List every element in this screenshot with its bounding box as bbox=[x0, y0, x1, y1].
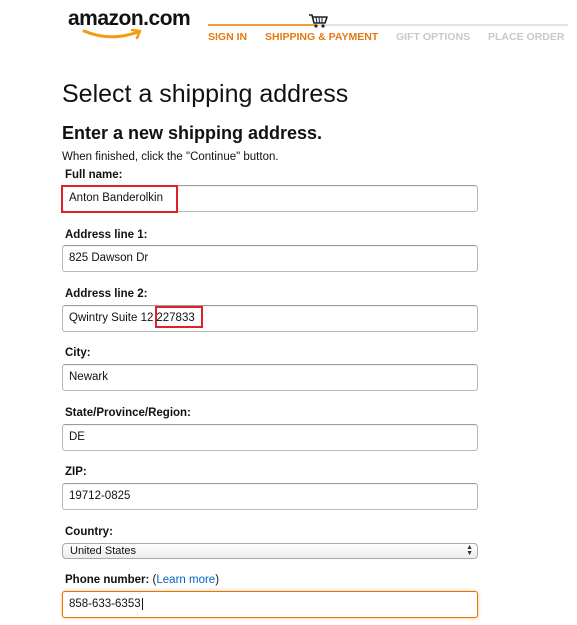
step-place-order: PLACE ORDER bbox=[488, 31, 565, 43]
step-shipping-payment: SHIPPING & PAYMENT bbox=[265, 31, 379, 43]
section-title: Enter a new shipping address. bbox=[62, 123, 323, 143]
country-value: United States bbox=[70, 545, 137, 557]
step-sign-in[interactable]: SIGN IN bbox=[208, 31, 247, 43]
state-field[interactable]: DE bbox=[62, 424, 478, 451]
city-value: Newark bbox=[69, 371, 108, 383]
country-label: Country: bbox=[65, 526, 113, 538]
text-caret bbox=[141, 597, 143, 610]
country-select[interactable]: United States ▲ ▼ bbox=[62, 543, 478, 559]
city-label: City: bbox=[65, 347, 91, 359]
address-line-1-field[interactable]: 825 Dawson Dr bbox=[62, 245, 478, 272]
smile-arrow-icon bbox=[82, 28, 142, 40]
page-title: Select a shipping address bbox=[62, 80, 349, 108]
learn-more-link[interactable]: Learn more bbox=[156, 574, 215, 586]
cart-icon bbox=[309, 14, 328, 28]
progress-line-done bbox=[208, 24, 315, 26]
checkout-progress: SIGN IN SHIPPING & PAYMENT GIFT OPTIONS … bbox=[208, 14, 568, 48]
state-value: DE bbox=[69, 431, 85, 443]
select-arrows-icon: ▲ ▼ bbox=[466, 544, 473, 557]
phone-label-text: Phone number: bbox=[65, 574, 150, 586]
step-gift-options: GIFT OPTIONS bbox=[396, 31, 471, 43]
instructions-text: When finished, click the "Continue" butt… bbox=[62, 151, 279, 163]
zip-field[interactable]: 19712-0825 bbox=[62, 483, 478, 510]
address-line-1-label: Address line 1: bbox=[65, 229, 148, 241]
amazon-logo[interactable]: amazon.com bbox=[68, 8, 198, 48]
address-line-2-value: Qwintry Suite 12 bbox=[69, 312, 154, 324]
logo-text: amazon.com bbox=[68, 7, 191, 30]
full-name-label: Full name: bbox=[65, 169, 123, 181]
learn-more-close-paren: ) bbox=[215, 574, 220, 586]
zip-label: ZIP: bbox=[65, 466, 87, 478]
phone-value: 858-633-6353 bbox=[69, 598, 141, 610]
suite-number-highlight bbox=[155, 306, 203, 328]
full-name-highlight bbox=[61, 185, 178, 213]
state-label: State/Province/Region: bbox=[65, 407, 191, 419]
zip-value: 19712-0825 bbox=[69, 490, 131, 502]
address-line-2-field[interactable]: Qwintry Suite 12 227833 bbox=[62, 305, 478, 332]
address-line-2-label: Address line 2: bbox=[65, 288, 148, 300]
phone-field[interactable]: 858-633-6353 bbox=[62, 591, 478, 618]
city-field[interactable]: Newark bbox=[62, 364, 478, 391]
address-line-1-value: 825 Dawson Dr bbox=[69, 252, 149, 264]
progress-line-remaining bbox=[315, 24, 568, 26]
phone-label: Phone number: (Learn more) bbox=[65, 574, 219, 586]
